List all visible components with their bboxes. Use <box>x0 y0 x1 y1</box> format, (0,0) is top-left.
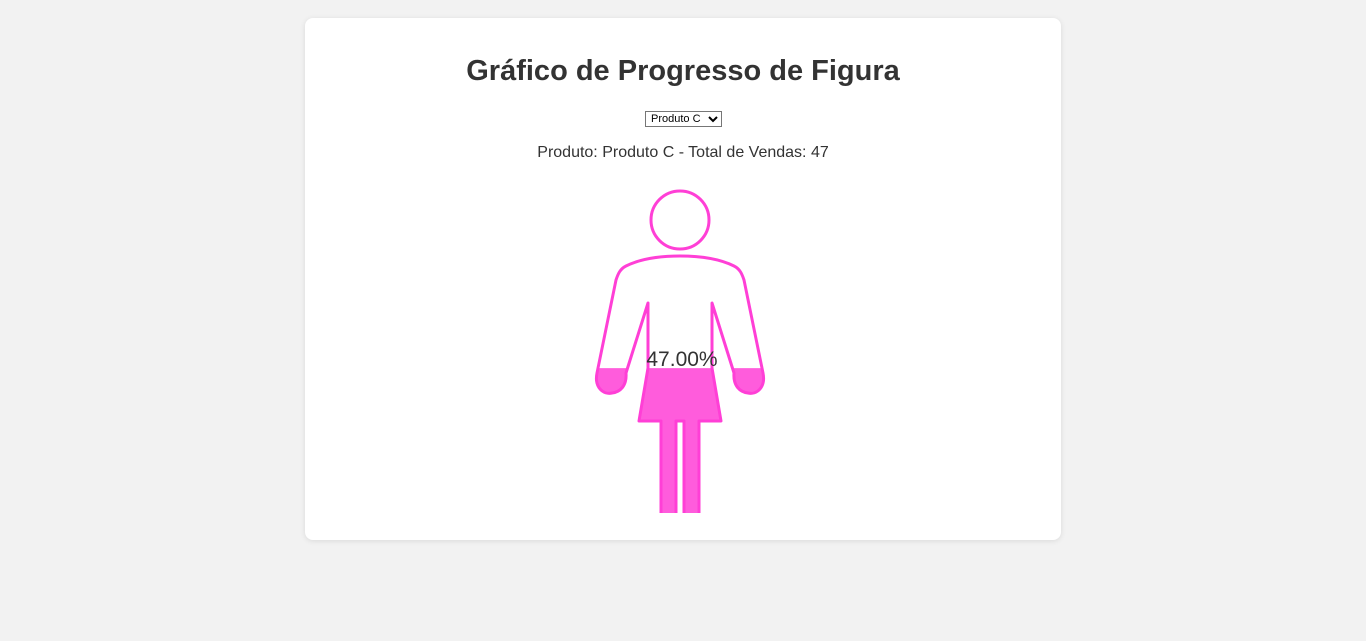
figure-progress-chart: 47.00% <box>594 189 766 513</box>
info-prefix: Produto: <box>537 144 603 161</box>
info-total-sales: 47 <box>810 144 829 161</box>
info-separator: - Total de Vendas: <box>674 144 811 161</box>
product-select[interactable]: Produto C <box>645 111 722 127</box>
progress-fill <box>596 368 764 513</box>
info-product-name: Produto C <box>602 144 675 161</box>
woman-figure-head <box>649 189 711 251</box>
progress-label: 47.00% <box>646 348 717 371</box>
product-selector-wrap: Produto C <box>645 109 722 127</box>
chart-card: Gráfico de Progresso de Figura Produto C… <box>305 18 1061 540</box>
page-title: Gráfico de Progresso de Figura <box>466 55 900 87</box>
sales-info: Produto: Produto C - Total de Vendas: 47 <box>305 143 1061 163</box>
